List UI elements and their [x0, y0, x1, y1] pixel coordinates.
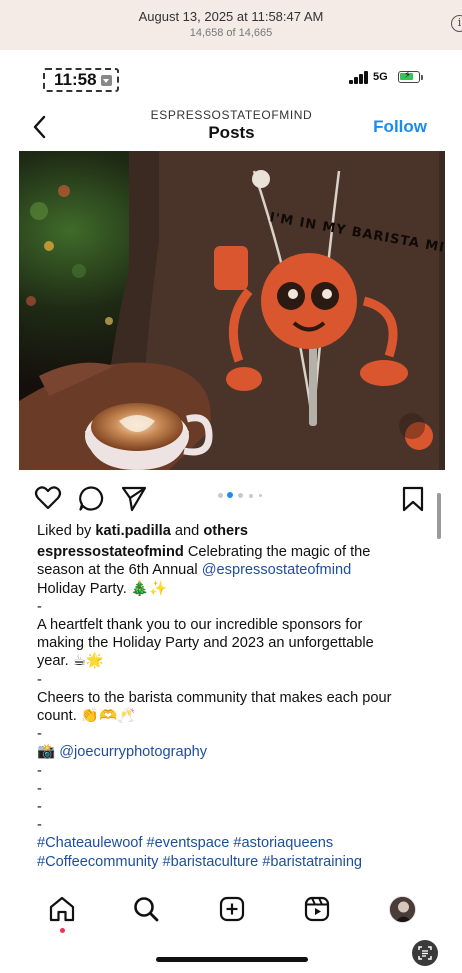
capture-date: August 13, 2025 at 11:58:47 AM	[138, 9, 324, 24]
hashtag-link[interactable]: #baristatraining	[262, 854, 362, 870]
follow-button[interactable]: Follow	[373, 117, 427, 137]
caption-username-link[interactable]: espressostateofmind	[37, 544, 184, 560]
post-caption: Liked by kati.padilla and others espress…	[37, 522, 432, 871]
network-type: 5G	[373, 71, 388, 83]
search-icon[interactable]	[132, 895, 160, 923]
screen-capture-tool-icon[interactable]	[412, 940, 438, 966]
camera-flash-icon: 📸	[37, 744, 56, 761]
hashtag-link[interactable]: #eventspace	[147, 835, 230, 851]
comment-icon[interactable]	[78, 485, 105, 512]
liked-by-line: Liked by kati.padilla and others	[37, 523, 248, 539]
capture-count: 14,658 of 14,665	[189, 27, 273, 39]
status-time: 11:58	[43, 68, 119, 92]
scrollbar-thumb[interactable]	[437, 493, 441, 539]
create-icon[interactable]	[218, 895, 246, 923]
barista-latte-photo: I'M IN MY BARISTA MILK ERA	[19, 151, 445, 470]
profile-avatar[interactable]	[389, 896, 416, 923]
hashtag-link[interactable]: #baristaculture	[162, 854, 258, 870]
liked-by-others-link[interactable]: others	[203, 523, 248, 539]
cellular-signal-icon	[349, 71, 369, 84]
screenshot-viewer-bar: August 13, 2025 at 11:58:47 AM 14,658 of…	[0, 0, 462, 50]
battery-charging-icon: ⚡	[398, 70, 420, 83]
mention-link[interactable]: @espressostateofmind	[202, 562, 351, 578]
home-icon[interactable]	[48, 895, 76, 923]
hashtag-link[interactable]: #Coffeecommunity	[37, 854, 158, 870]
save-bookmark-icon[interactable]	[402, 486, 424, 512]
battery-cap	[421, 75, 423, 80]
photographer-mention-link[interactable]: @joecurryphotography	[59, 744, 207, 760]
scan-text-icon	[418, 946, 432, 960]
post-photo[interactable]: I'M IN MY BARISTA MILK ERA	[19, 151, 445, 470]
home-indicator[interactable]	[156, 957, 308, 962]
status-time-text: 11:58	[54, 70, 97, 89]
hashtag-link[interactable]: #astoriaqueens	[233, 835, 333, 851]
like-heart-icon[interactable]	[34, 485, 62, 511]
time-dropdown-icon	[101, 75, 112, 86]
hashtag-link[interactable]: #Chateaulewoof	[37, 835, 142, 851]
share-send-icon[interactable]	[120, 485, 148, 512]
reels-icon[interactable]	[303, 895, 331, 923]
profile-photo	[390, 897, 415, 922]
phone-screen: 11:58 5G ⚡ ESPRESSOSTATEOFMIND Posts Fol…	[18, 50, 445, 973]
liked-by-user-link[interactable]: kati.padilla	[95, 523, 170, 539]
info-icon[interactable]: i	[451, 15, 462, 32]
home-notification-dot	[60, 928, 65, 933]
